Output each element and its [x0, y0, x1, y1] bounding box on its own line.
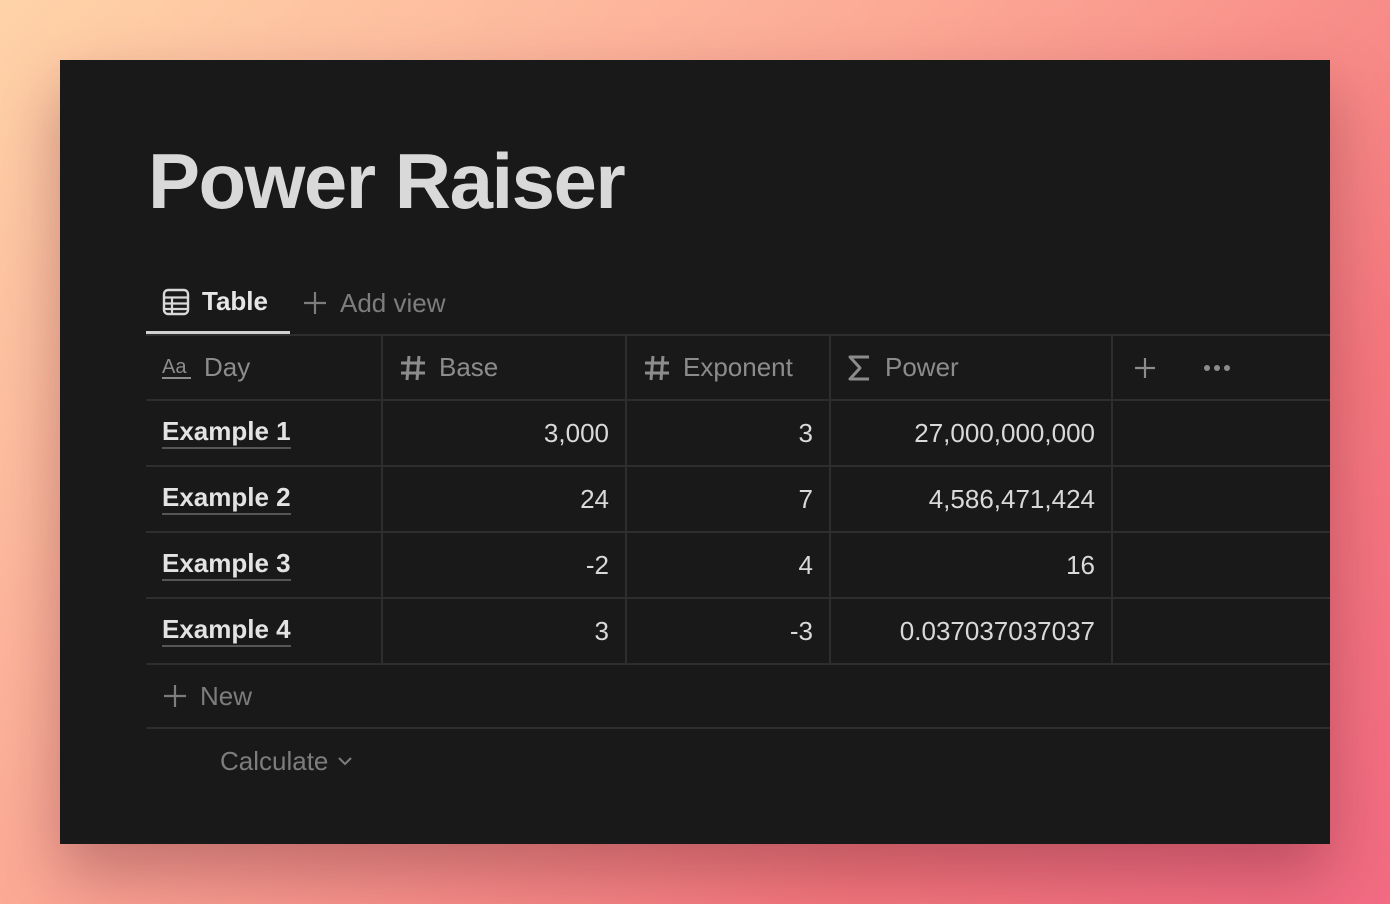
chevron-down-icon	[338, 757, 353, 766]
column-header-exponent[interactable]: Exponent	[627, 336, 831, 399]
ellipsis-icon	[1204, 364, 1230, 371]
column-header-label: Exponent	[683, 352, 793, 382]
new-row-label: New	[200, 680, 253, 711]
row-title-link[interactable]: Example 3	[162, 548, 291, 581]
table-row[interactable]: Example 2 24 7 4,586,471,424	[146, 467, 1330, 533]
row-title-link[interactable]: Example 1	[162, 416, 291, 449]
svg-text:Aa: Aa	[162, 356, 187, 378]
page-title: Power Raiser	[148, 137, 626, 225]
plus-icon	[304, 292, 326, 314]
cell-base[interactable]: 3,000	[383, 401, 627, 465]
table-row[interactable]: Example 4 3 -3 0.037037037037	[146, 599, 1330, 665]
column-header-base[interactable]: Base	[383, 336, 627, 399]
cell-day[interactable]: Example 1	[146, 401, 383, 465]
cell-empty	[1113, 467, 1330, 531]
calculate-label: Calculate	[220, 745, 329, 776]
calculate-dropdown[interactable]: Calculate	[146, 729, 1330, 793]
cell-exponent[interactable]: 3	[627, 401, 831, 465]
cell-empty	[1113, 599, 1330, 663]
cell-base[interactable]: -2	[383, 533, 627, 597]
cell-day[interactable]: Example 4	[146, 599, 383, 663]
cell-day[interactable]: Example 2	[146, 467, 383, 531]
number-property-icon	[645, 355, 669, 380]
column-header-label: Base	[439, 352, 499, 382]
row-title-link[interactable]: Example 2	[162, 482, 291, 515]
cell-day[interactable]: Example 3	[146, 533, 383, 597]
app-window: Power Raiser Table Add view Aa Day Base …	[60, 60, 1330, 844]
table-icon	[162, 288, 190, 315]
cell-base[interactable]: 24	[383, 467, 627, 531]
new-row-button[interactable]: New	[146, 665, 1330, 729]
cell-exponent[interactable]: -3	[627, 599, 831, 663]
tab-table-label: Table	[202, 286, 268, 316]
add-view-button[interactable]: Add view	[290, 272, 462, 334]
row-title-link[interactable]: Example 4	[162, 614, 291, 647]
column-header-label: Power	[885, 352, 959, 382]
table-header-row: Aa Day Base Exponent Power	[146, 334, 1330, 401]
formula-sigma-icon	[848, 355, 869, 380]
number-property-icon	[401, 355, 425, 380]
add-property-button[interactable]	[1133, 356, 1169, 380]
column-header-label: Day	[204, 352, 251, 382]
cell-base[interactable]: 3	[383, 599, 627, 663]
plus-icon	[164, 685, 186, 707]
header-actions	[1113, 336, 1330, 399]
column-header-power[interactable]: Power	[831, 336, 1113, 399]
cell-empty	[1113, 533, 1330, 597]
table-row[interactable]: Example 1 3,000 3 27,000,000,000	[146, 401, 1330, 467]
cell-exponent[interactable]: 4	[627, 533, 831, 597]
cell-empty	[1113, 401, 1330, 465]
text-property-icon: Aa	[162, 356, 191, 379]
add-view-label: Add view	[340, 287, 446, 318]
tab-table[interactable]: Table	[146, 272, 290, 334]
plus-icon	[1135, 357, 1155, 378]
cell-power[interactable]: 4,586,471,424	[831, 467, 1113, 531]
view-tabs: Table Add view	[146, 272, 462, 334]
cell-power[interactable]: 16	[831, 533, 1113, 597]
cell-exponent[interactable]: 7	[627, 467, 831, 531]
cell-power[interactable]: 0.037037037037	[831, 599, 1113, 663]
column-header-day[interactable]: Aa Day	[146, 336, 383, 399]
cell-power[interactable]: 27,000,000,000	[831, 401, 1113, 465]
database-table: Aa Day Base Exponent Power Example 1 3,0…	[146, 334, 1330, 793]
table-row[interactable]: Example 3 -2 4 16	[146, 533, 1330, 599]
more-options-button[interactable]	[1203, 364, 1243, 372]
